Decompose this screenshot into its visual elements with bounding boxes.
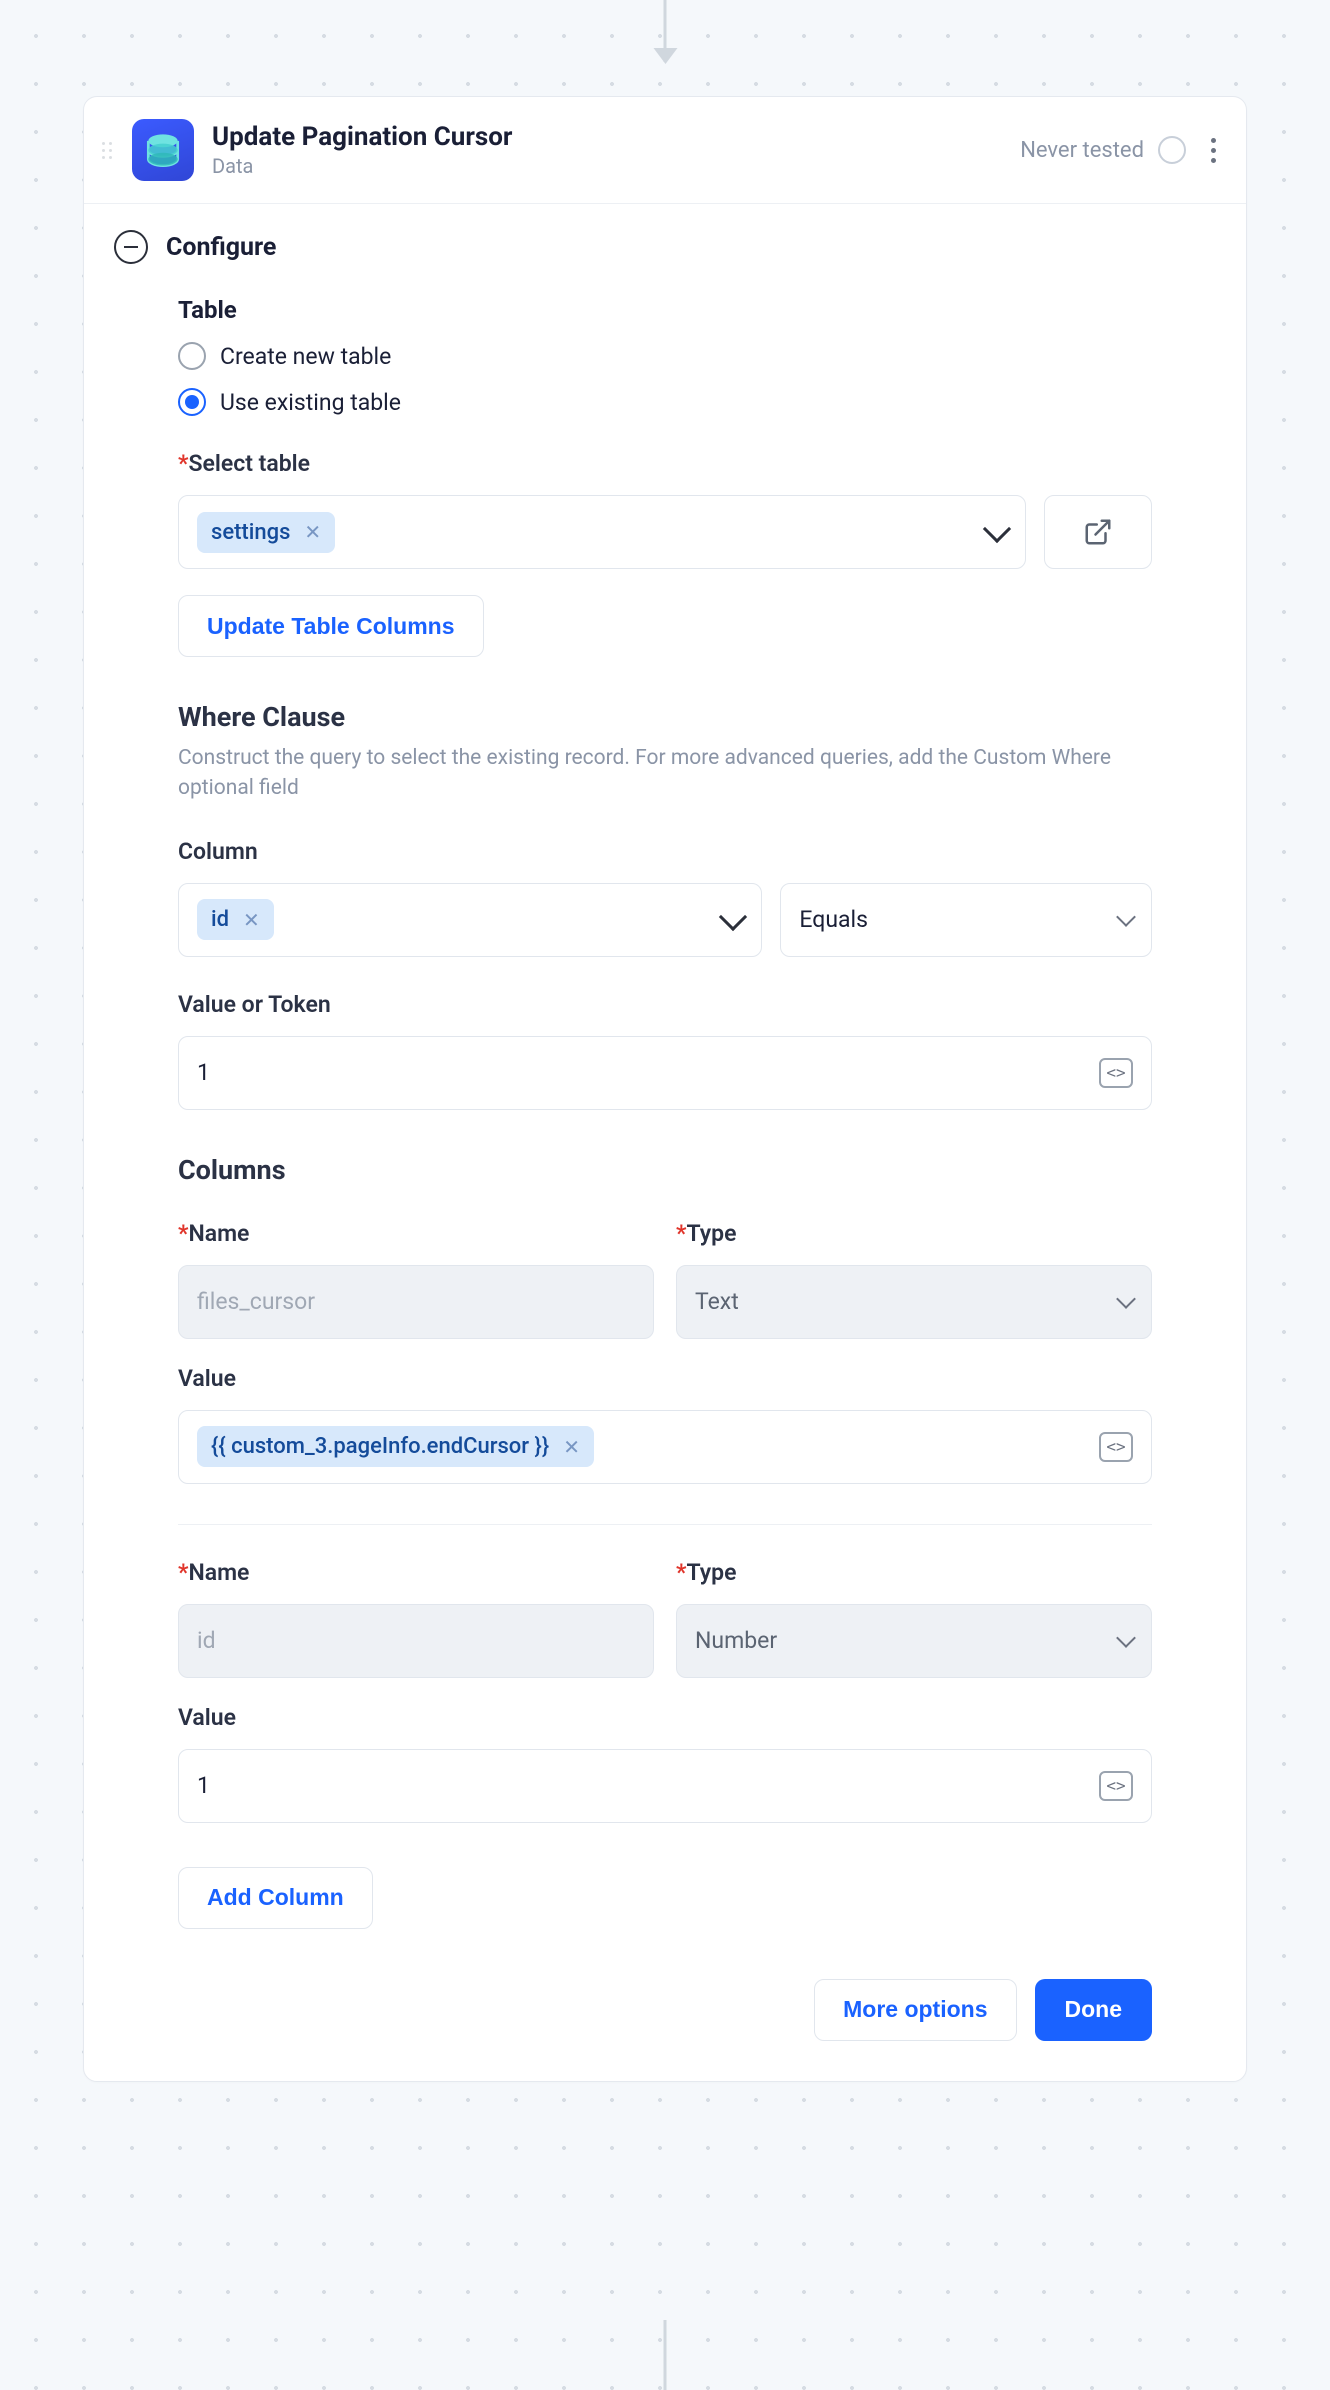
column-name-field: [197, 1627, 635, 1654]
drag-handle-icon[interactable]: [102, 138, 118, 162]
select-table-input[interactable]: settings ✕: [178, 495, 1026, 569]
update-table-columns-button[interactable]: Update Table Columns: [178, 595, 484, 657]
where-clause-description: Construct the query to select the existi…: [178, 743, 1152, 804]
where-value-field[interactable]: [197, 1059, 1099, 1086]
chip-remove-icon[interactable]: ✕: [563, 1435, 580, 1459]
code-toggle-icon[interactable]: <>: [1099, 1771, 1133, 1801]
column-name-input[interactable]: [178, 1604, 654, 1678]
step-menu-button[interactable]: [1204, 138, 1222, 163]
column-chip: id ✕: [197, 899, 274, 940]
column-name-label: *Name: [178, 1220, 654, 1247]
column-value-label: Value: [178, 1365, 1152, 1392]
column-value-label: Value: [178, 1704, 1152, 1731]
column-value-input[interactable]: {{ custom_3.pageInfo.endCursor }} ✕ <>: [178, 1410, 1152, 1484]
flow-arrow-in: [664, 0, 667, 62]
column-type-select[interactable]: Number: [676, 1604, 1152, 1678]
collapse-toggle[interactable]: [114, 230, 148, 264]
chevron-down-icon: [983, 515, 1011, 543]
radio-icon: [178, 388, 206, 416]
flow-arrow-out: [664, 2320, 667, 2390]
step-card: Update Pagination Cursor Data Never test…: [83, 96, 1247, 2082]
radio-label: Create new table: [220, 343, 391, 370]
done-button[interactable]: Done: [1035, 1979, 1153, 2041]
step-header: Update Pagination Cursor Data Never test…: [84, 97, 1246, 204]
token-chip: {{ custom_3.pageInfo.endCursor }} ✕: [197, 1426, 594, 1467]
column-name-input[interactable]: [178, 1265, 654, 1339]
where-column-select[interactable]: id ✕: [178, 883, 762, 957]
where-value-label: Value or Token: [178, 991, 1152, 1018]
where-column-label: Column: [178, 838, 1152, 865]
chevron-down-icon: [1116, 907, 1136, 927]
where-clause-heading: Where Clause: [178, 701, 1152, 733]
open-table-button[interactable]: [1044, 495, 1152, 569]
type-value: Number: [695, 1627, 777, 1654]
chevron-down-icon: [1116, 1628, 1136, 1648]
type-value: Text: [695, 1288, 739, 1315]
column-value-input[interactable]: <>: [178, 1749, 1152, 1823]
column-type-label: *Type: [676, 1220, 1152, 1247]
add-column-button[interactable]: Add Column: [178, 1867, 373, 1929]
chip-remove-icon[interactable]: ✕: [304, 520, 321, 544]
chip-label: id: [211, 907, 229, 932]
where-operator-select[interactable]: Equals: [780, 883, 1152, 957]
column-type-select[interactable]: Text: [676, 1265, 1152, 1339]
row-divider: [178, 1524, 1152, 1525]
status-indicator-icon: [1158, 136, 1186, 164]
radio-use-existing-table[interactable]: Use existing table: [178, 388, 1152, 416]
code-toggle-icon[interactable]: <>: [1099, 1058, 1133, 1088]
chip-label: settings: [211, 520, 290, 545]
more-options-button[interactable]: More options: [814, 1979, 1016, 2041]
column-name-field: [197, 1288, 635, 1315]
operator-value: Equals: [799, 906, 868, 933]
configure-label: Configure: [166, 233, 276, 262]
column-name-label: *Name: [178, 1559, 654, 1586]
test-status: Never tested: [1020, 138, 1144, 163]
chip-remove-icon[interactable]: ✕: [243, 908, 260, 932]
chip-label: {{ custom_3.pageInfo.endCursor }}: [211, 1434, 549, 1459]
data-store-icon: [132, 119, 194, 181]
configure-section-header: Configure: [84, 204, 1246, 286]
column-value-field[interactable]: [197, 1772, 1099, 1799]
code-toggle-icon[interactable]: <>: [1099, 1432, 1133, 1462]
columns-heading: Columns: [178, 1154, 1152, 1186]
radio-create-new-table[interactable]: Create new table: [178, 342, 1152, 370]
step-subtitle: Data: [212, 154, 1020, 178]
chevron-down-icon: [1116, 1289, 1136, 1309]
radio-label: Use existing table: [220, 389, 401, 416]
radio-icon: [178, 342, 206, 370]
step-title: Update Pagination Cursor: [212, 122, 1020, 152]
select-table-label: *Select table: [178, 450, 1152, 477]
where-value-input[interactable]: <>: [178, 1036, 1152, 1110]
column-type-label: *Type: [676, 1559, 1152, 1586]
table-chip: settings ✕: [197, 512, 335, 553]
chevron-down-icon: [719, 903, 747, 931]
table-section-label: Table: [178, 296, 1152, 324]
external-link-icon: [1083, 517, 1113, 547]
